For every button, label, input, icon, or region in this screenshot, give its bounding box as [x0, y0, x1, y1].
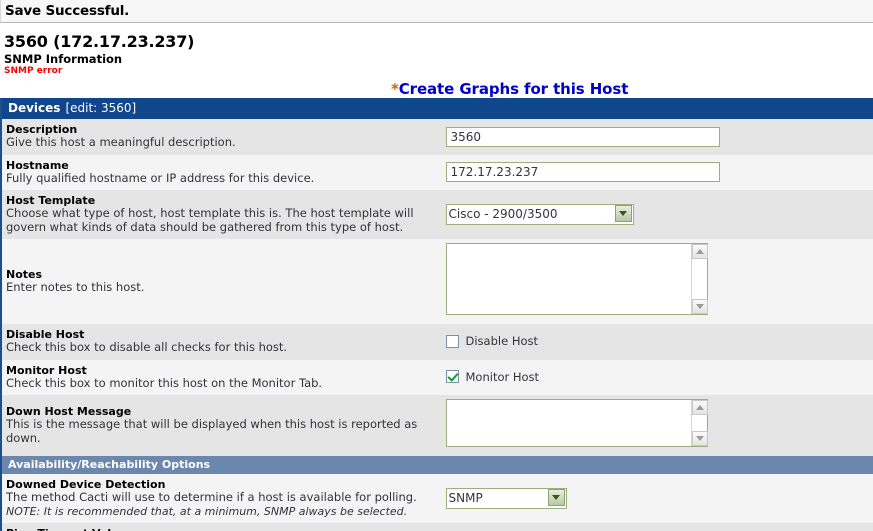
disable-host-checkbox[interactable] — [445, 334, 459, 348]
disable-host-checkbox-row[interactable]: Disable Host — [445, 334, 870, 349]
description-input[interactable] — [445, 126, 720, 147]
notes-field-desc: Enter notes to this host. — [6, 279, 145, 294]
ping-timeout-label-cell: Ping Timeout Value The timeout value to … — [2, 523, 438, 531]
notes-textarea-wrap — [445, 243, 708, 319]
table-row: Notes Enter notes to this host. — [2, 239, 873, 324]
down-host-message-textarea-wrap — [445, 399, 708, 451]
table-row: Down Host Message This is the message th… — [2, 395, 873, 456]
hostname-control-cell — [437, 154, 873, 190]
device-edit-form: Devices [edit: 3560] Description Give thi… — [0, 98, 873, 531]
notes-label-cell: Notes Enter notes to this host. — [2, 239, 438, 324]
availability-section-header: Availability/Reachability Options — [2, 456, 873, 474]
hostname-label-cell: Hostname Fully qualified hostname or IP … — [2, 154, 438, 190]
description-control-cell — [437, 119, 873, 155]
table-row: Disable Host Check this box to disable a… — [2, 324, 873, 360]
disable-host-control-cell: Disable Host — [437, 324, 873, 360]
host-template-select-wrap: Cisco - 2900/3500 — [445, 203, 634, 225]
downed-device-detection-control-cell: SNMP — [437, 474, 873, 523]
host-template-select[interactable]: Cisco - 2900/3500 — [445, 203, 634, 225]
monitor-host-checkbox-row[interactable]: Monitor Host — [445, 369, 870, 384]
table-row: Hostname Fully qualified hostname or IP … — [2, 154, 873, 190]
table-row: Monitor Host Check this box to monitor t… — [2, 359, 873, 395]
notes-control-cell — [437, 239, 873, 324]
host-header: 3560 (172.17.23.237) SNMP Information SN… — [0, 23, 873, 98]
monitor-host-label-cell: Monitor Host Check this box to monitor t… — [2, 359, 438, 395]
device-fields-table: Devices [edit: 3560] Description Give thi… — [2, 98, 873, 531]
monitor-host-checkbox[interactable] — [445, 370, 459, 384]
host-template-field-desc: Choose what type of host, host template … — [6, 206, 414, 234]
devices-section-subtitle: [edit: 3560] — [65, 101, 137, 115]
monitor-host-field-desc: Check this box to monitor this host on t… — [6, 375, 323, 390]
downed-device-detection-select-wrap: SNMP — [445, 487, 567, 509]
create-graphs-link[interactable]: Create Graphs for this Host — [399, 80, 629, 98]
hostname-field-name: Hostname — [6, 158, 69, 172]
down-host-message-textarea[interactable] — [445, 399, 708, 447]
down-host-message-field-desc: This is the message that will be display… — [6, 417, 418, 445]
table-row: Description Give this host a meaningful … — [2, 119, 873, 155]
description-label-cell: Description Give this host a meaningful … — [2, 119, 438, 155]
monitor-host-control-cell: Monitor Host — [437, 359, 873, 395]
disable-host-label-cell: Disable Host Check this box to disable a… — [2, 324, 438, 360]
snmp-error-status: SNMP error — [4, 66, 63, 76]
downed-device-detection-label-cell: Downed Device Detection The method Cacti… — [2, 474, 438, 523]
description-field-desc: Give this host a meaningful description. — [6, 135, 236, 149]
notes-textarea[interactable] — [445, 243, 708, 315]
availability-section-header-row: Availability/Reachability Options — [2, 456, 873, 474]
devices-section-title: Devices — [8, 101, 61, 115]
downed-device-detection-field-note: NOTE: It is recommended that, at a minim… — [6, 504, 408, 518]
host-template-control-cell: Cisco - 2900/3500 — [437, 190, 873, 239]
down-host-message-label-cell: Down Host Message This is the message th… — [2, 395, 438, 456]
ping-timeout-field-name: Ping Timeout Value — [6, 527, 434, 531]
notes-field-name: Notes — [6, 267, 43, 281]
monitor-host-field-name: Monitor Host — [6, 363, 87, 377]
page-title: 3560 (172.17.23.237) — [4, 32, 195, 51]
disable-host-field-desc: Check this box to disable all checks for… — [6, 340, 288, 354]
host-template-label-cell: Host Template Choose what type of host, … — [2, 190, 438, 239]
save-status-banner: Save Successful. — [0, 0, 873, 23]
ping-timeout-control-cell — [437, 523, 873, 531]
save-status-text: Save Successful. — [5, 3, 130, 19]
devices-section-header-row: Devices [edit: 3560] — [2, 98, 873, 119]
downed-device-detection-field-desc: The method Cacti will use to determine i… — [6, 490, 417, 504]
down-host-message-control-cell — [437, 395, 873, 456]
table-row: Ping Timeout Value The timeout value to … — [2, 523, 873, 531]
disable-host-checkbox-label: Disable Host — [465, 334, 539, 349]
table-row: Downed Device Detection The method Cacti… — [2, 474, 873, 523]
downed-device-detection-select[interactable]: SNMP — [445, 487, 567, 509]
hostname-input[interactable] — [445, 162, 720, 183]
hostname-field-desc: Fully qualified hostname or IP address f… — [6, 170, 315, 185]
table-row: Host Template Choose what type of host, … — [2, 190, 873, 239]
required-asterisk-icon: * — [391, 80, 399, 98]
create-graphs-area: *Create Graphs for this Host — [391, 80, 628, 98]
snmp-information-label: SNMP Information — [4, 52, 123, 66]
devices-section-header: Devices [edit: 3560] — [2, 98, 873, 119]
monitor-host-checkbox-label: Monitor Host — [465, 369, 540, 384]
